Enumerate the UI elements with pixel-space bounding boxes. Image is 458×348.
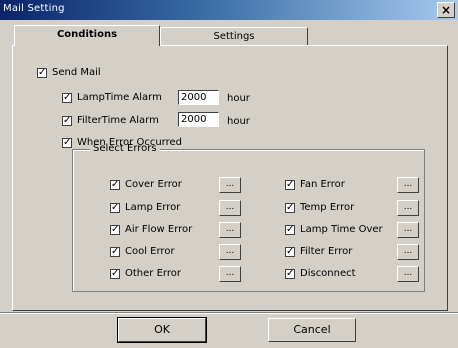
lamp-time-over-label: Lamp Time Over [300, 224, 383, 235]
send-mail-label: Send Mail [52, 67, 101, 78]
lamp-time-over-checkbox[interactable]: ✓ [285, 225, 295, 235]
filter-alarm-checkbox[interactable]: ✓ [62, 116, 72, 126]
disconnect-label: Disconnect [300, 268, 356, 279]
tab-settings[interactable]: Settings [160, 27, 308, 46]
filter-alarm-label: FilterTime Alarm [77, 115, 159, 126]
fan-error-label: Fan Error [300, 179, 345, 190]
check-icon: ✓ [111, 246, 120, 257]
ok-button[interactable]: OK [117, 317, 207, 343]
other-error-details-button[interactable]: ... [219, 266, 241, 282]
cool-error-details-button[interactable]: ... [219, 244, 241, 260]
check-icon: ✓ [286, 202, 295, 213]
other-error-checkbox[interactable]: ✓ [110, 269, 120, 279]
lamp-alarm-label: LampTime Alarm [77, 92, 162, 103]
cancel-button[interactable]: Cancel [268, 318, 356, 342]
lamp-alarm-unit: hour [227, 93, 250, 104]
fan-error-checkbox[interactable]: ✓ [285, 180, 295, 190]
when-error-checkbox[interactable]: ✓ [62, 138, 72, 148]
lamp-error-checkbox[interactable]: ✓ [110, 203, 120, 213]
lamp-time-over-details-button[interactable]: ... [397, 222, 419, 238]
filter-error-checkbox[interactable]: ✓ [285, 247, 295, 257]
filter-error-details-button[interactable]: ... [397, 244, 419, 260]
filter-alarm-input[interactable]: 2000 [178, 112, 219, 127]
cover-error-checkbox[interactable]: ✓ [110, 180, 120, 190]
close-button[interactable]: × [437, 2, 455, 18]
cover-error-label: Cover Error [125, 179, 182, 190]
tab-conditions[interactable]: Conditions [14, 25, 160, 46]
tab-label: Conditions [56, 29, 118, 40]
fan-error-details-button[interactable]: ... [397, 177, 419, 193]
check-icon: ✓ [286, 246, 295, 257]
check-icon: ✓ [111, 268, 120, 279]
filter-error-label: Filter Error [300, 246, 353, 257]
lamp-alarm-input[interactable]: 2000 [178, 90, 219, 105]
air-flow-error-checkbox[interactable]: ✓ [110, 225, 120, 235]
check-icon: ✓ [111, 202, 120, 213]
tab-label: Settings [213, 31, 255, 42]
check-icon: ✓ [63, 115, 72, 126]
check-icon: ✓ [63, 92, 72, 103]
cool-error-label: Cool Error [125, 246, 175, 257]
lamp-error-label: Lamp Error [125, 202, 181, 213]
bottom-divider [0, 312, 458, 314]
temp-error-details-button[interactable]: ... [397, 200, 419, 216]
cover-error-details-button[interactable]: ... [219, 177, 241, 193]
temp-error-label: Temp Error [300, 202, 355, 213]
disconnect-details-button[interactable]: ... [397, 266, 419, 282]
check-icon: ✓ [111, 224, 120, 235]
window-title: Mail Setting [3, 3, 65, 14]
close-icon: × [440, 3, 452, 17]
disconnect-checkbox[interactable]: ✓ [285, 269, 295, 279]
check-icon: ✓ [111, 179, 120, 190]
filter-alarm-unit: hour [227, 116, 250, 127]
check-icon: ✓ [286, 179, 295, 190]
when-error-label: When Error Occurred [77, 137, 182, 148]
air-flow-error-details-button[interactable]: ... [219, 222, 241, 238]
title-bar[interactable]: Mail Setting × [0, 0, 458, 20]
check-icon: ✓ [38, 67, 47, 78]
temp-error-checkbox[interactable]: ✓ [285, 203, 295, 213]
lamp-error-details-button[interactable]: ... [219, 200, 241, 216]
check-icon: ✓ [286, 224, 295, 235]
check-icon: ✓ [63, 137, 72, 148]
check-icon: ✓ [286, 268, 295, 279]
lamp-alarm-checkbox[interactable]: ✓ [62, 93, 72, 103]
other-error-label: Other Error [125, 268, 181, 279]
air-flow-error-label: Air Flow Error [125, 224, 193, 235]
send-mail-checkbox[interactable]: ✓ [37, 68, 47, 78]
cool-error-checkbox[interactable]: ✓ [110, 247, 120, 257]
